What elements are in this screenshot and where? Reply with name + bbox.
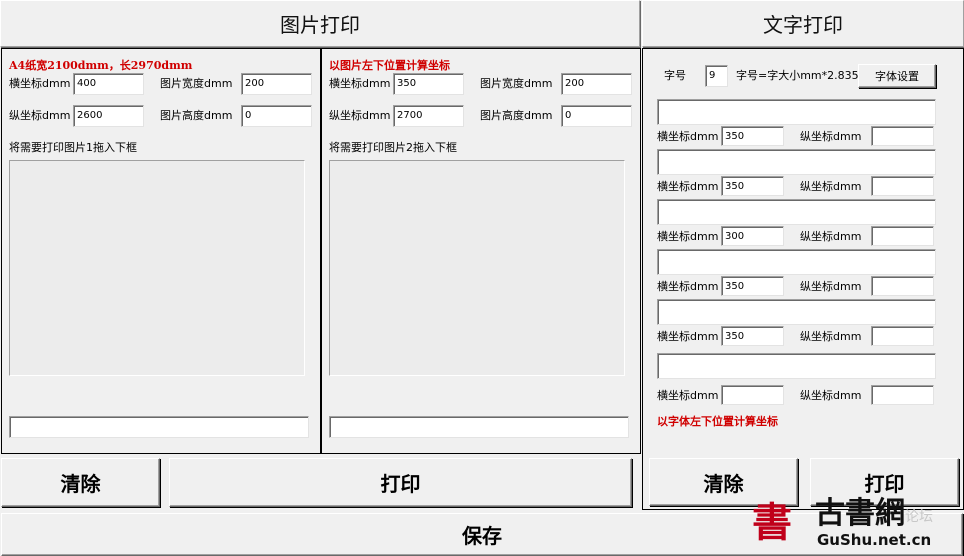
font-size-label: 字号 (664, 69, 686, 82)
text-coordinate-note: 以字体左下位置计算坐标 (657, 415, 778, 428)
text-line-x-input[interactable] (721, 385, 784, 405)
text-line-y-input[interactable] (871, 276, 934, 296)
image1-path-input[interactable] (9, 416, 309, 438)
watermark-logo-char: 書 (752, 499, 792, 546)
image1-drop-hint: 将需要打印图片1拖入下框 (9, 141, 137, 154)
text-line-input[interactable] (657, 99, 936, 125)
image1-x-input[interactable]: 400 (73, 73, 144, 95)
text-line-y-label: 纵坐标dmm (800, 330, 862, 343)
text-line-y-label: 纵坐标dmm (800, 130, 862, 143)
image1-y-label: 纵坐标dmm (9, 109, 71, 122)
coordinate-origin-note: 以图片左下位置计算坐标 (329, 59, 450, 72)
text-line-y-label: 纵坐标dmm (800, 389, 862, 402)
image2-x-input[interactable]: 350 (393, 73, 464, 95)
image2-y-input[interactable]: 2700 (393, 105, 464, 127)
text-line-x-label: 横坐标dmm (657, 389, 719, 402)
text-line-x-input[interactable]: 350 (721, 326, 784, 346)
font-settings-button[interactable]: 字体设置 (858, 64, 936, 88)
text-line-x-label: 横坐标dmm (657, 280, 719, 293)
font-settings-label: 字体设置 (875, 70, 919, 83)
text-print-header: 文字打印 (642, 0, 964, 47)
image2-drop-hint: 将需要打印图片2拖入下框 (329, 141, 457, 154)
image2-y-label: 纵坐标dmm (329, 109, 391, 122)
text-line-x-input[interactable]: 350 (721, 126, 784, 146)
image-print-button[interactable]: 打印 (169, 458, 632, 507)
text-line-x-input[interactable]: 350 (721, 276, 784, 296)
watermark-domain: GuShu.net.cn (817, 531, 932, 549)
image1-width-input[interactable]: 200 (241, 73, 312, 95)
image2-path-input[interactable] (329, 416, 629, 438)
image1-y-input[interactable]: 2600 (73, 105, 144, 127)
text-line-x-label: 横坐标dmm (657, 180, 719, 193)
text-line-input[interactable] (657, 249, 936, 275)
image-print-title: 图片打印 (280, 13, 360, 37)
image-clear-label: 清除 (60, 472, 101, 496)
font-size-formula: 字号=字大小mm*2.835 (736, 69, 859, 82)
image2-width-input[interactable]: 200 (561, 73, 632, 95)
save-label: 保存 (462, 524, 502, 548)
text-line-input[interactable] (657, 149, 936, 175)
paper-size-note: A4纸宽2100dmm，长2970dmm (9, 59, 193, 72)
text-line-x-input[interactable]: 350 (721, 176, 784, 196)
text-line-x-label: 横坐标dmm (657, 130, 719, 143)
text-line-input[interactable] (657, 199, 936, 225)
text-line-y-input[interactable] (871, 226, 934, 246)
image-print-label: 打印 (380, 472, 421, 496)
image2-height-input[interactable]: 0 (561, 105, 632, 127)
text-line-x-label: 横坐标dmm (657, 330, 719, 343)
image1-height-label: 图片高度dmm (160, 109, 233, 122)
text-line-y-input[interactable] (871, 126, 934, 146)
image-clear-button[interactable]: 清除 (1, 458, 160, 507)
text-line-x-input[interactable]: 300 (721, 226, 784, 246)
image2-x-label: 横坐标dmm (329, 77, 391, 90)
text-print-title: 文字打印 (763, 13, 843, 37)
text-line-y-label: 纵坐标dmm (800, 180, 862, 193)
image2-drop-area[interactable] (329, 160, 625, 376)
image2-height-label: 图片高度dmm (480, 109, 553, 122)
image1-width-label: 图片宽度dmm (160, 77, 233, 90)
text-line-y-input[interactable] (871, 385, 934, 405)
image2-width-label: 图片宽度dmm (480, 77, 553, 90)
text-line-y-label: 纵坐标dmm (800, 230, 862, 243)
image-print-header: 图片打印 (0, 0, 640, 47)
watermark-logo: 書 (742, 498, 802, 548)
font-size-input[interactable]: 9 (705, 65, 728, 87)
text-line-input[interactable] (657, 353, 936, 379)
text-line-x-label: 横坐标dmm (657, 230, 719, 243)
image1-height-input[interactable]: 0 (241, 105, 312, 127)
image1-x-label: 横坐标dmm (9, 77, 71, 90)
text-line-input[interactable] (657, 299, 936, 325)
text-line-y-label: 纵坐标dmm (800, 280, 862, 293)
text-line-y-input[interactable] (871, 176, 934, 196)
text-line-y-input[interactable] (871, 326, 934, 346)
text-clear-label: 清除 (703, 471, 744, 496)
watermark-name: 古書網 (815, 496, 905, 531)
watermark-faded-text: 论坛 (905, 509, 933, 525)
text-print-label: 打印 (864, 471, 905, 496)
image1-drop-area[interactable] (9, 160, 305, 376)
